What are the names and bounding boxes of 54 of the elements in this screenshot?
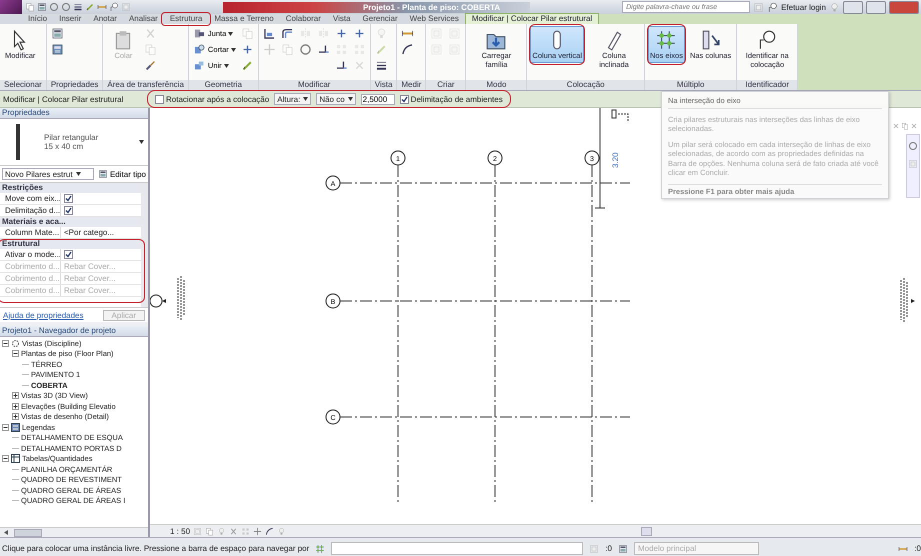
login-link[interactable]: Efetuar login: [781, 2, 826, 12]
panel-label: Criar: [426, 80, 466, 90]
context-label: Modificar | Colocar Pilar estrutural: [2, 94, 124, 104]
level-dropdown[interactable]: Não co: [316, 93, 356, 105]
type-size: 15 x 40 cm: [44, 142, 84, 151]
property-name: Cobrimento d...: [4, 273, 60, 284]
property-name: Cobrimento d...: [4, 261, 60, 272]
property-name: Move com eix...: [4, 193, 60, 204]
property-value[interactable]: <Por catego...: [64, 228, 114, 237]
scale-label[interactable]: 1 : 50: [170, 526, 190, 536]
edit-type-button[interactable]: Editar tipo: [98, 169, 146, 179]
ribbon-tab[interactable]: Gerenciar: [356, 14, 404, 24]
property-name: Ativar o mode...: [4, 249, 60, 260]
panel-label: Múltiplo: [645, 80, 736, 90]
panel-label: Propriedades: [46, 80, 102, 90]
panel-label: Vista: [370, 80, 396, 90]
ribbon-tab[interactable]: Massa e Terreno: [208, 14, 280, 24]
ribbon-tab[interactable]: Anotar: [87, 14, 123, 24]
filter-count: :0: [914, 544, 921, 553]
group-header[interactable]: Restrições: [0, 183, 141, 193]
type-dropdown[interactable]: Novo Pilares estrut: [2, 168, 94, 180]
ribbon-tab[interactable]: Vista: [326, 14, 357, 24]
panel-label: Colocação: [527, 80, 644, 90]
help-link[interactable]: Ajuda de propriedades: [3, 310, 84, 320]
ribbon-tab[interactable]: Modificar | Colocar Pilar estrutural: [464, 13, 600, 24]
window-title: Projeto1 - Planta de piso: COBERTA: [222, 2, 530, 12]
ribbon-tab[interactable]: Início: [22, 14, 54, 24]
height-dropdown[interactable]: Altura:: [274, 93, 312, 105]
ribbon-tab[interactable]: Inserir: [53, 14, 88, 24]
panel-label: Identificador: [737, 80, 798, 90]
group-header[interactable]: Materiais e aca...: [0, 217, 141, 227]
ribbon-tab[interactable]: Analisar: [122, 14, 164, 24]
type-name: Pilar retangular: [44, 133, 100, 142]
checkbox-label: Rotacionar após a colocação: [166, 94, 270, 104]
dimension-text: 3.20: [611, 152, 620, 168]
checkbox-label: Delimitação de ambientes: [410, 94, 503, 104]
property-name: Cobrimento d...: [4, 285, 60, 296]
ribbon-tab[interactable]: Web Services: [404, 14, 465, 24]
panel-title: Projeto1 - Navegador de projeto: [0, 326, 148, 337]
ribbon-tab[interactable]: Colaborar: [280, 14, 327, 24]
height-field[interactable]: 2,5000: [360, 94, 395, 104]
panel-label: Medir: [397, 80, 426, 90]
workset-count: :0: [605, 544, 612, 553]
property-name: Column Mate...: [4, 227, 60, 238]
panel-label: Geometria: [188, 80, 258, 90]
panel-title: Propriedades: [0, 108, 148, 119]
property-name: Delimitação d...: [4, 205, 60, 216]
panel-label: Modificar: [258, 80, 370, 90]
status-message: Clique para colocar uma instância livre. Pressione a barra de espaço para navegar por: [2, 544, 310, 553]
group-header[interactable]: Estrutural: [0, 239, 141, 249]
panel-label: Selecionar: [0, 80, 46, 90]
type-preview[interactable]: Pilar retangular 15 x 40 cm: [0, 119, 148, 166]
panel-label: Modo: [466, 80, 526, 90]
panel-label: Área de transferência: [103, 80, 188, 90]
